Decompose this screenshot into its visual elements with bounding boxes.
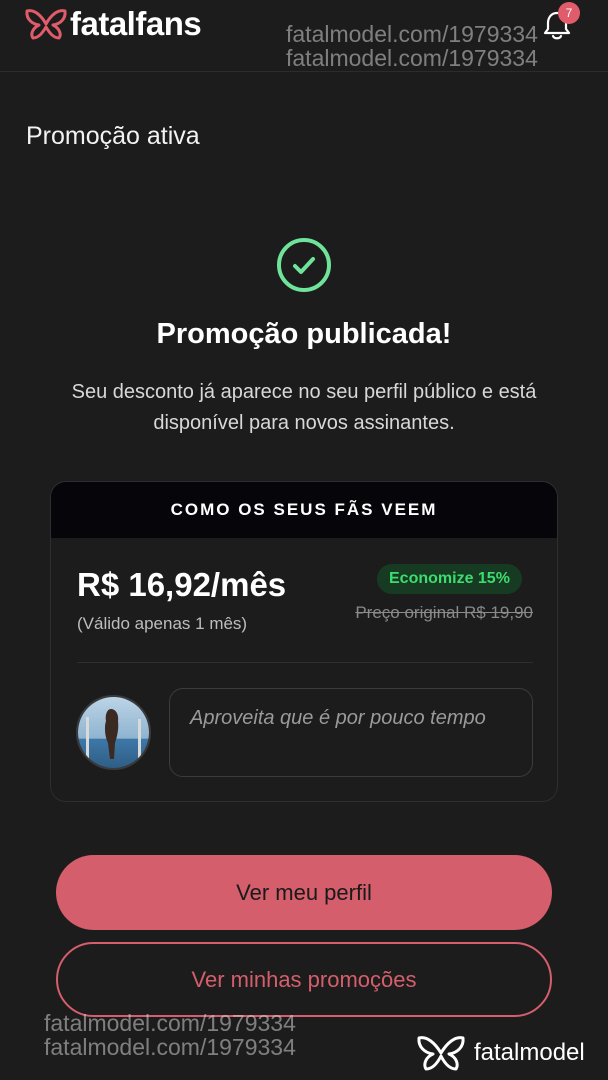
original-price: Preço original R$ 19,90 <box>355 603 533 622</box>
notifications-button[interactable]: 7 <box>540 2 580 42</box>
view-profile-button[interactable]: Ver meu perfil <box>56 855 552 930</box>
success-description: Seu desconto já aparece no seu perfil pú… <box>71 381 537 434</box>
watermark-logo: fatalmodel <box>416 1034 585 1072</box>
butterfly-logo-icon <box>25 9 67 40</box>
brand-name: fatalfans <box>70 5 202 42</box>
app-header: fatalfans fatalmodel.com/1979334 fatalmo… <box>0 0 608 72</box>
promo-price: R$ 16,92/mês <box>77 566 287 603</box>
avatar <box>76 695 151 770</box>
notification-count-badge: 7 <box>558 2 580 24</box>
view-promotions-button[interactable]: Ver minhas promoções <box>56 942 552 1017</box>
watermark-text: fatalmodel.com/1979334 <box>286 45 538 71</box>
card-heading: COMO OS SEUS FÃS VEEM <box>51 482 557 538</box>
watermark-logo-text: fatalmodel <box>474 1039 585 1066</box>
watermark-text: fatalmodel.com/1979334 <box>44 1010 296 1036</box>
avatar-image <box>78 697 149 768</box>
check-circle-icon <box>277 238 331 292</box>
card-divider <box>77 662 533 663</box>
brand-logo[interactable]: fatalfans <box>24 5 202 42</box>
watermark-text: fatalmodel.com/1979334 <box>44 1034 296 1060</box>
butterfly-logo-icon <box>417 1036 465 1071</box>
success-headline: Promoção publicada! <box>156 318 452 350</box>
watermark-text: fatalmodel.com/1979334 <box>286 21 538 47</box>
section-title: Promoção ativa <box>26 122 200 150</box>
fan-preview-card: COMO OS SEUS FÃS VEEM R$ 16,92/mês (Váli… <box>50 481 558 802</box>
savings-badge: Economize 15% <box>377 564 522 594</box>
promo-validity: (Válido apenas 1 mês) <box>77 614 248 633</box>
promo-message-field[interactable]: Aproveita que é por pouco tempo <box>169 688 533 777</box>
